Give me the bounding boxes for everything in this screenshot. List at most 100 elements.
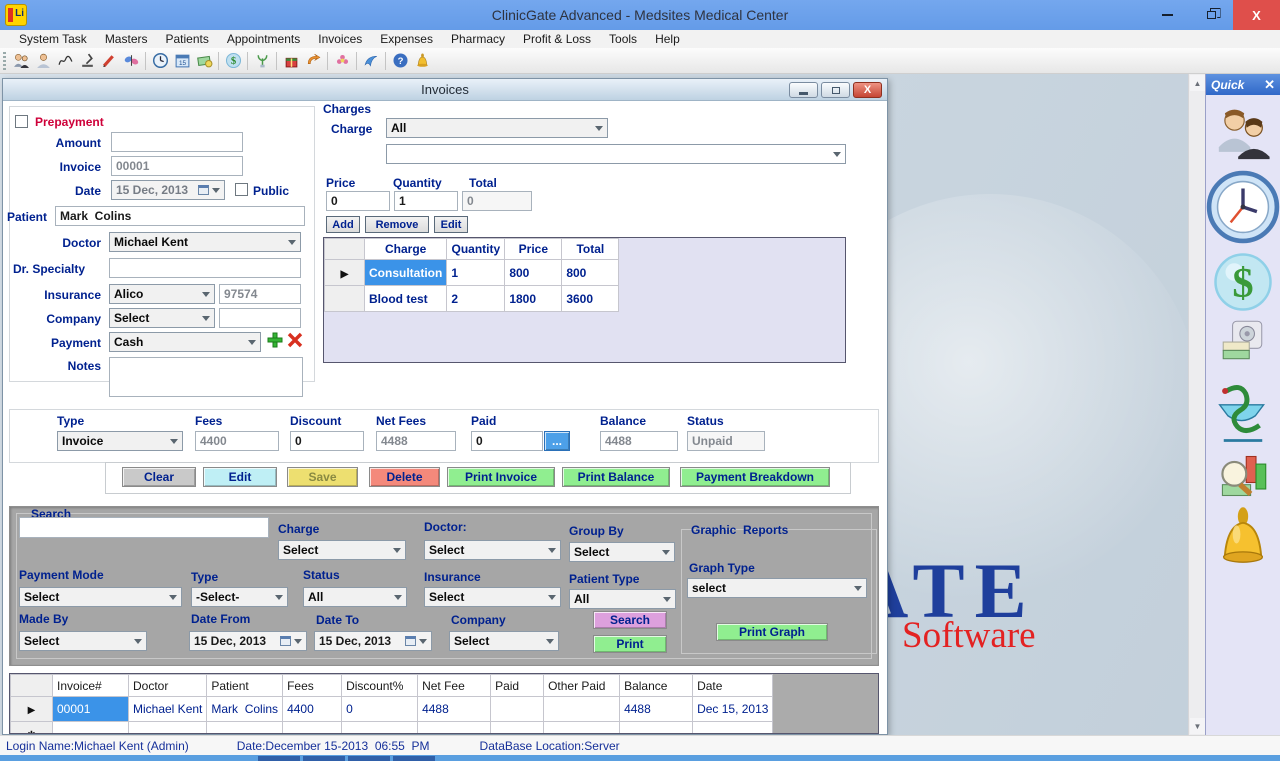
status-field[interactable] [687,431,765,451]
results-new-row[interactable]: ✱ [11,722,773,735]
patient-type-select[interactable]: All [569,589,676,609]
menu-patients[interactable]: Patients [157,32,218,46]
doctor-select[interactable]: Michael Kent [109,232,301,252]
patients-icon[interactable] [1214,106,1272,169]
menu-profit-loss[interactable]: Profit & Loss [514,32,600,46]
group-by-select[interactable]: Select [569,542,675,562]
bell-icon[interactable] [1212,506,1274,573]
search-doctor-select[interactable]: Select [424,540,561,560]
two-users-icon[interactable] [10,50,32,72]
flower-icon[interactable] [331,50,353,72]
company-select[interactable]: Select [109,308,215,328]
balance-field[interactable] [600,431,678,451]
report-analysis-icon[interactable] [1217,450,1269,507]
quick-close-icon[interactable]: ✕ [1264,77,1275,93]
menu-masters[interactable]: Masters [96,32,157,46]
paid-field[interactable] [471,431,543,451]
blue-swoosh-icon[interactable] [360,50,382,72]
vertical-scrollbar[interactable]: ▲ ▼ [1188,74,1205,735]
payment-select[interactable]: Cash [109,332,261,352]
menu-appointments[interactable]: Appointments [218,32,309,46]
net-fees-field[interactable] [376,431,456,451]
made-by-select[interactable]: Select [19,631,147,651]
signature-icon[interactable] [54,50,76,72]
charges-grid-row[interactable]: Blood test 2 1800 3600 [325,286,619,312]
patient-field[interactable] [55,206,305,226]
gift-icon[interactable] [280,50,302,72]
payment-mode-select[interactable]: Select [19,587,182,607]
menu-help[interactable]: Help [646,32,689,46]
help-icon[interactable]: ? [389,50,411,72]
payment-breakdown-button[interactable]: Payment Breakdown [680,467,830,487]
paid-browse-button[interactable]: ... [544,431,570,451]
quantity-field[interactable] [394,191,458,211]
cash-drawer-icon[interactable] [1218,316,1268,371]
company-number-field[interactable] [219,308,301,328]
print-balance-button[interactable]: Print Balance [562,467,670,487]
search-button[interactable]: Search [593,611,667,629]
print-graph-button[interactable]: Print Graph [716,623,828,641]
scroll-down-icon[interactable]: ▼ [1190,718,1205,734]
calendar-icon[interactable]: 15 [171,50,193,72]
date-to-picker[interactable]: 15 Dec, 2013 [314,631,432,651]
print-invoice-button[interactable]: Print Invoice [447,467,555,487]
menu-system-task[interactable]: System Task [10,32,96,46]
menu-pharmacy[interactable]: Pharmacy [442,32,514,46]
restore-button[interactable] [1189,0,1233,30]
amount-field[interactable] [111,132,243,152]
prepayment-checkbox[interactable] [15,115,28,128]
scroll-up-icon[interactable]: ▲ [1190,75,1205,91]
type-select[interactable]: Invoice [57,431,183,451]
search-type-select[interactable]: -Select- [191,587,288,607]
price-field[interactable] [326,191,390,211]
specialty-field[interactable] [109,258,301,278]
edit-charge-button[interactable]: Edit [434,216,468,233]
date-from-picker[interactable]: 15 Dec, 2013 [189,631,307,651]
clear-button[interactable]: Clear [122,467,196,487]
insurance-number-field[interactable] [219,284,301,304]
fees-field[interactable] [195,431,279,451]
search-insurance-select[interactable]: Select [424,587,561,607]
search-company-select[interactable]: Select [449,631,559,651]
charge-select[interactable]: All [386,118,608,138]
clock-icon[interactable] [1206,170,1280,249]
orange-swoosh-icon[interactable] [302,50,324,72]
cash-icon[interactable] [193,50,215,72]
pen-icon[interactable] [98,50,120,72]
charges-grid-row[interactable]: ▶ Consultation 1 800 800 [325,260,619,286]
invoice-number-field[interactable] [111,156,243,176]
print-button[interactable]: Print [593,635,667,653]
search-input[interactable] [19,517,269,538]
invoices-close-button[interactable]: X [853,82,882,98]
delete-payment-icon[interactable] [287,332,303,353]
discount-field[interactable] [290,431,364,451]
notes-field[interactable] [109,357,303,397]
graph-type-select[interactable]: select [687,578,867,598]
edit-button[interactable]: Edit [203,467,277,487]
pharmacy-icon[interactable] [1210,380,1276,451]
public-checkbox[interactable] [235,183,248,196]
add-charge-button[interactable]: Add [326,216,360,233]
plant-icon[interactable] [251,50,273,72]
menu-tools[interactable]: Tools [600,32,646,46]
date-picker[interactable]: 15 Dec, 2013 [111,180,225,200]
charge-detail-select[interactable] [386,144,846,164]
remove-charge-button[interactable]: Remove [365,216,429,233]
line-total-field[interactable] [462,191,532,211]
clock-icon[interactable] [149,50,171,72]
user-icon[interactable] [32,50,54,72]
search-status-select[interactable]: All [303,587,407,607]
invoices-minimize-button[interactable] [789,82,818,98]
dollar-icon[interactable]: $ [222,50,244,72]
bell-icon[interactable] [411,50,433,72]
results-row[interactable]: ▶ 00001 Michael Kent Mark Colins 4400 0 … [11,697,773,722]
save-button[interactable]: Save [287,467,358,487]
close-button[interactable]: X [1233,0,1280,30]
delete-button[interactable]: Delete [369,467,440,487]
menu-invoices[interactable]: Invoices [309,32,371,46]
insurance-select[interactable]: Alico [109,284,215,304]
microscope-icon[interactable] [76,50,98,72]
search-charge-select[interactable]: Select [278,540,406,560]
minimize-button[interactable] [1145,0,1189,30]
butterfly-icon[interactable] [120,50,142,72]
